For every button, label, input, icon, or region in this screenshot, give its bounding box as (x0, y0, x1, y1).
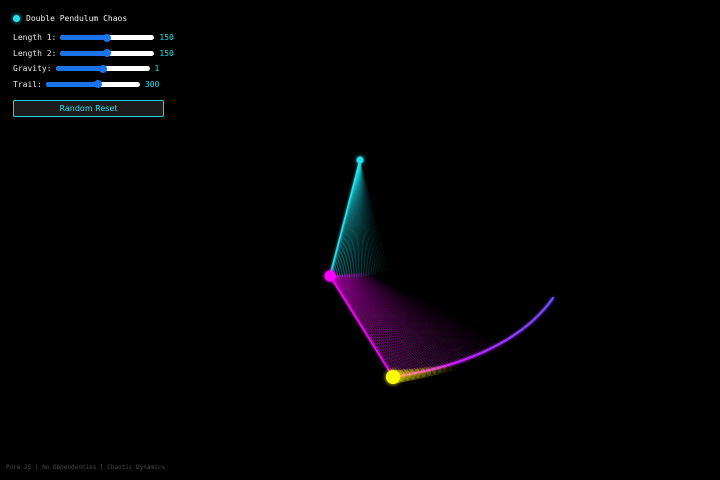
gravity-slider-thumb[interactable] (98, 64, 107, 73)
footer-info: Pure JS | No Dependencies | Chaotic Dyna… (6, 464, 165, 471)
gravity-slider[interactable] (55, 64, 150, 73)
length2-slider-fill (60, 50, 108, 56)
arm1-motion-trail (329, 159, 389, 278)
trail-slider[interactable] (45, 80, 140, 89)
random-reset-button[interactable]: Random Reset (13, 100, 164, 117)
arm2-motion-trail (329, 272, 506, 378)
slider-label-trail: Trail: (13, 79, 42, 89)
slider-label-length1: Length 1: (13, 33, 57, 43)
length2-slider[interactable] (60, 49, 155, 58)
slider-value-trail: 300 (144, 79, 160, 89)
length1-slider-fill (60, 35, 108, 41)
trail-slider-thumb[interactable] (93, 80, 102, 89)
bob-1 (324, 270, 336, 282)
pivot-point (356, 156, 364, 164)
gravity-slider-fill (55, 66, 103, 72)
panel-title: Double Pendulum Chaos (26, 14, 128, 23)
panel-header: Double Pendulum Chaos (13, 12, 164, 25)
slider-value-length2: 150 (159, 48, 174, 58)
length2-slider-thumb[interactable] (103, 49, 112, 58)
bob-2 (386, 370, 400, 384)
length1-slider[interactable] (60, 33, 155, 42)
length1-slider-thumb[interactable] (103, 33, 112, 42)
slider-value-length1: 150 (159, 33, 174, 43)
slider-label-gravity: Gravity: (13, 64, 52, 74)
trail-slider-fill (45, 81, 98, 87)
slider-row-length1: Length 1: 150 (13, 30, 174, 46)
slider-value-gravity: 1 (154, 64, 160, 74)
bob2-smear-dot (449, 363, 457, 371)
control-panel: Double Pendulum Chaos Length 1: 150 Leng… (13, 12, 174, 117)
slider-row-trail: Trail: 300 (13, 77, 164, 93)
slider-row-gravity: Gravity: 1 (13, 61, 164, 77)
slider-row-length2: Length 2: 150 (13, 46, 174, 62)
status-dot-icon (13, 15, 20, 22)
slider-label-length2: Length 2: (13, 48, 57, 58)
arm2-ghost-line (354, 273, 476, 360)
